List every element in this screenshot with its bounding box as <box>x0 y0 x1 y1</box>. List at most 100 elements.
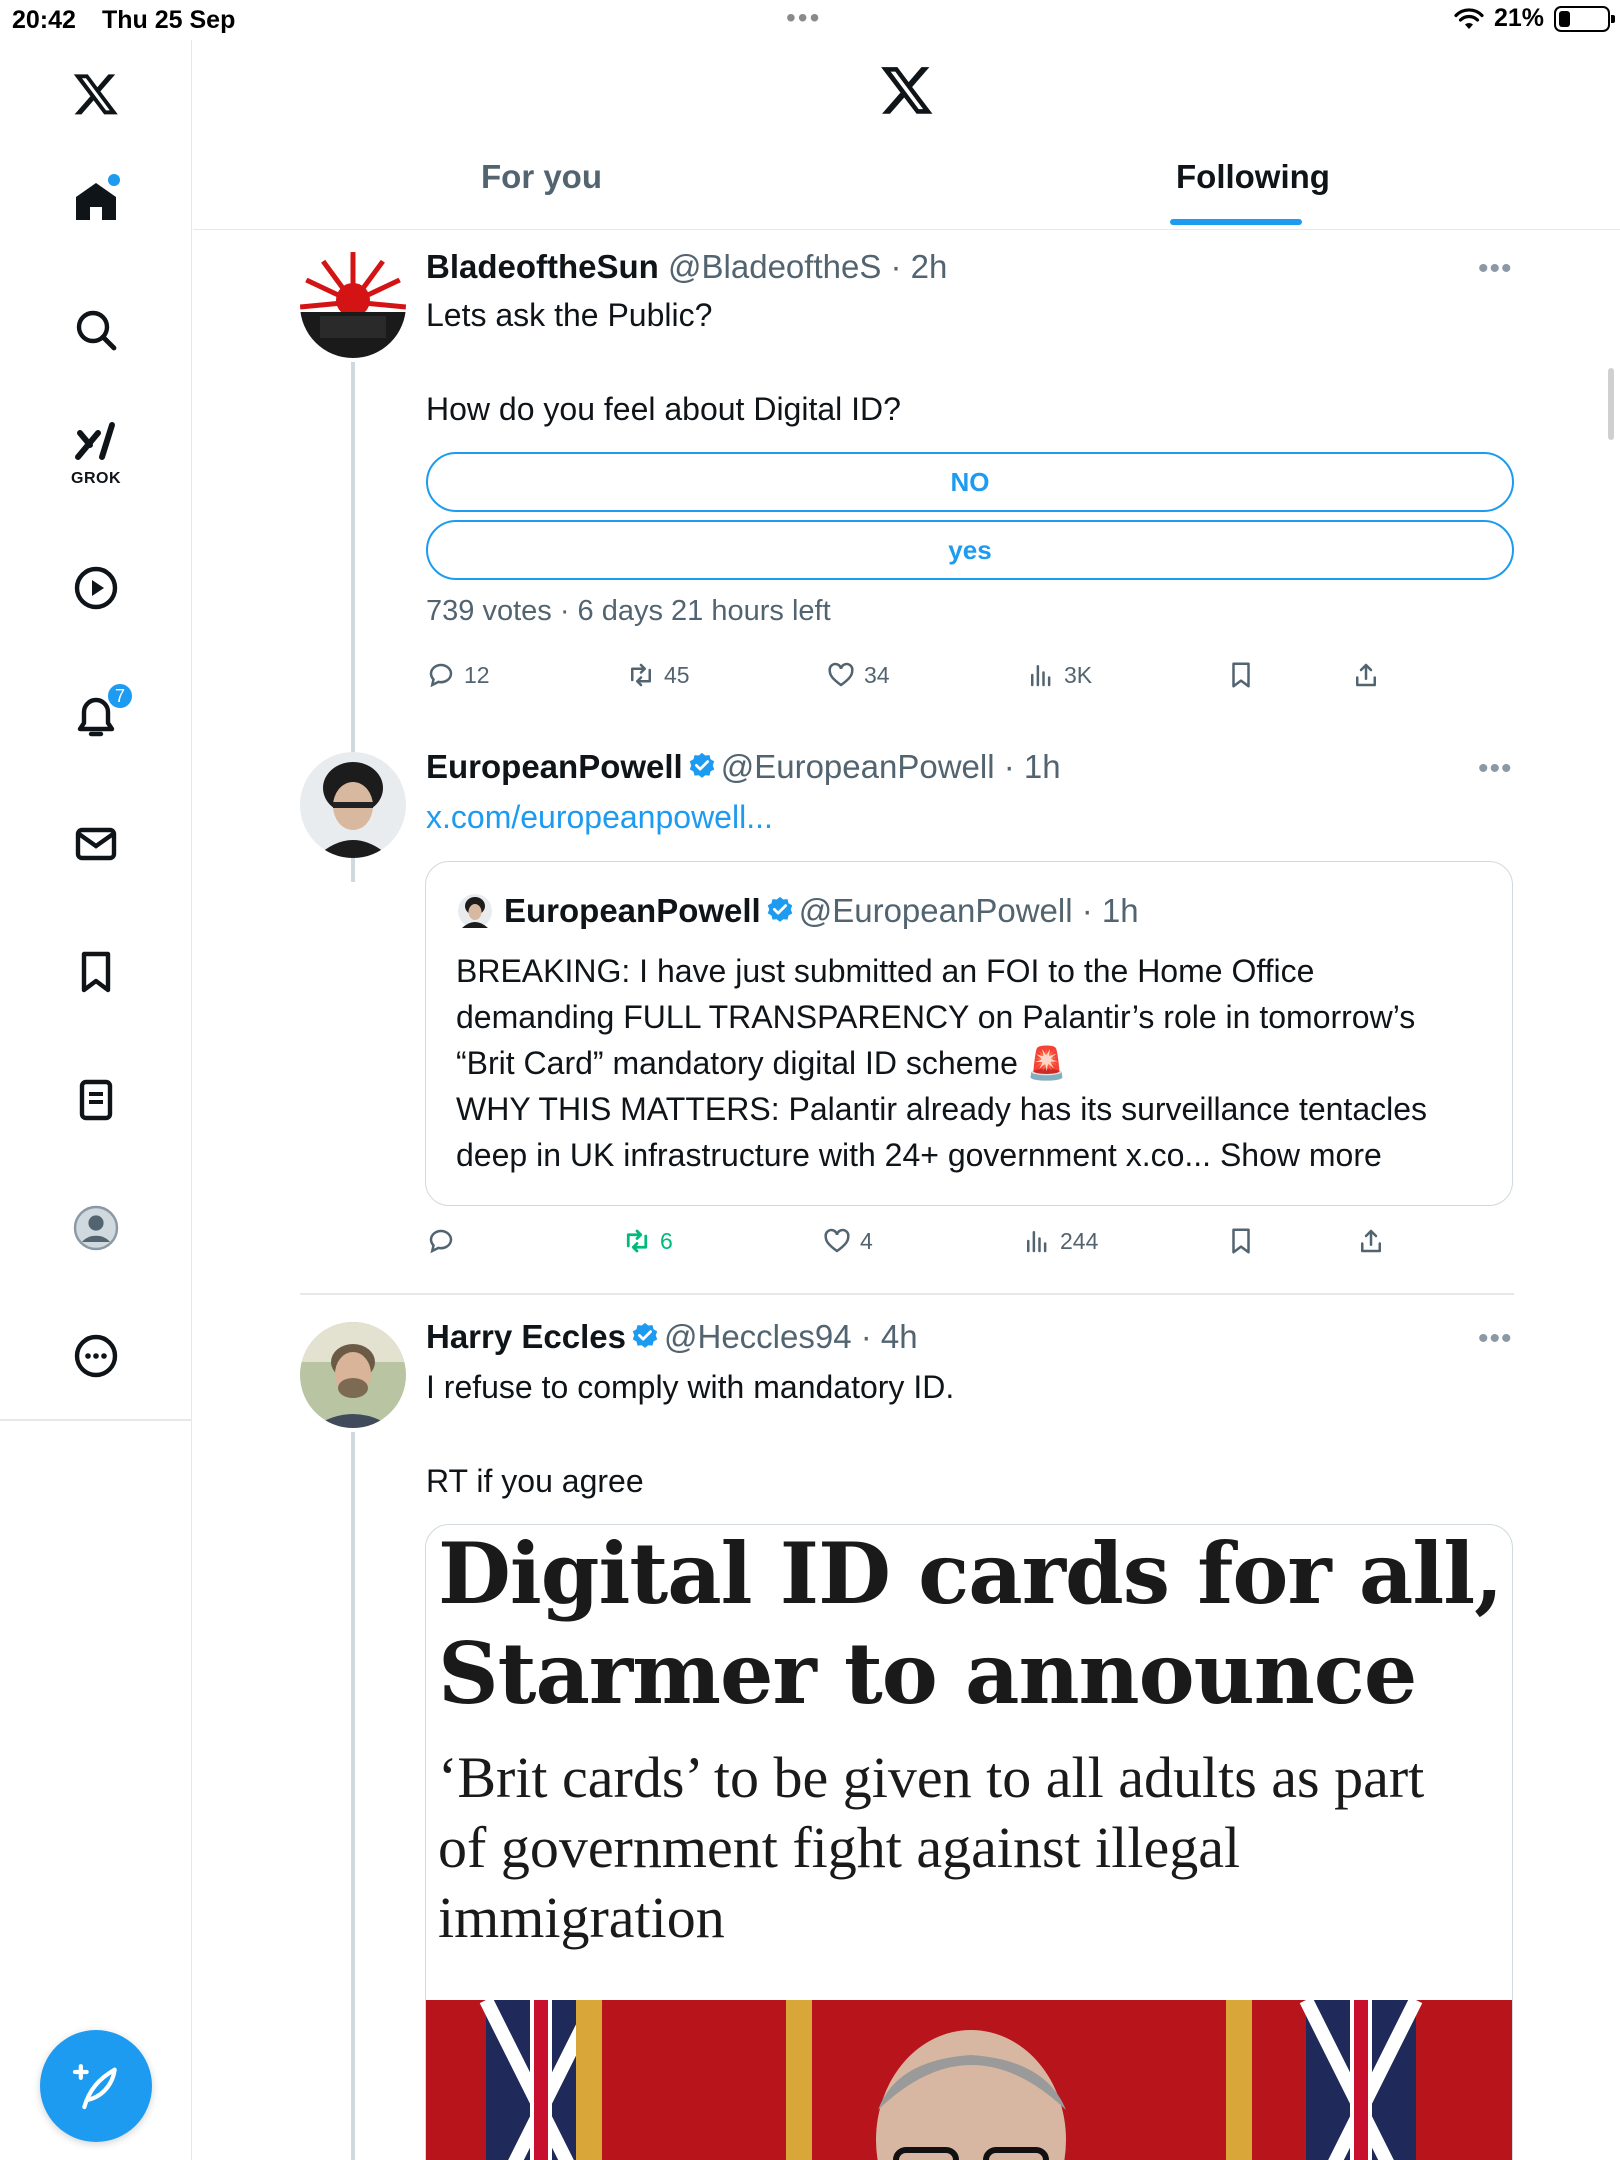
article-headline: Starmer to announce <box>438 1624 1417 1723</box>
post-more-icon[interactable]: ••• <box>1478 1322 1513 1356</box>
author-handle-time[interactable]: @EuropeanPowell · 1h <box>721 748 1061 785</box>
author-name[interactable]: Harry Eccles <box>426 1318 626 1355</box>
sidebar-nav: GROK 7 <box>0 40 192 2160</box>
tab-following[interactable]: Following <box>1176 158 1330 196</box>
quoted-text: BREAKING: I have just submitted an FOI t… <box>456 948 1427 1178</box>
repost-button[interactable]: 45 <box>626 660 690 690</box>
avatar[interactable] <box>300 1322 406 1428</box>
like-count: 4 <box>860 1227 873 1254</box>
status-bar: 20:42 Thu 25 Sep ••• 21% <box>0 0 1620 40</box>
bookmark-icon <box>81 951 111 993</box>
article-subhead: ‘Brit cards’ to be given to all adults a… <box>438 1745 1425 1810</box>
envelope-icon <box>75 827 117 861</box>
bookmark-button[interactable] <box>1226 660 1256 690</box>
share-icon <box>1356 663 1376 687</box>
battery-percent: 21% <box>1493 4 1544 32</box>
sidebar-item-home[interactable] <box>56 162 136 242</box>
bookmark-icon <box>1232 662 1250 688</box>
tab-for-you[interactable]: For you <box>481 158 602 196</box>
reply-button[interactable] <box>426 1226 464 1256</box>
verified-badge-icon <box>767 896 792 922</box>
post-bladeofthesun[interactable]: BladeoftheSun @BladeoftheS · 2h ••• Lets… <box>193 230 1620 882</box>
sidebar-item-explore[interactable] <box>56 290 136 370</box>
avatar[interactable] <box>300 252 406 358</box>
article-image-card[interactable]: Digital ID cards for all, Starmer to ann… <box>425 1524 1513 2160</box>
battery-icon <box>1554 5 1615 32</box>
search-icon <box>76 310 117 351</box>
quoted-post[interactable]: EuropeanPowell @EuropeanPowell · 1h BREAK… <box>425 861 1513 1206</box>
post-harry-eccles[interactable]: Harry Eccles @Heccles94 · 4h ••• I refuse… <box>193 1300 1620 2160</box>
compose-post-button[interactable] <box>40 2030 152 2142</box>
quoted-line: demanding FULL TRANSPARENCY on Palantir’… <box>456 999 1416 1035</box>
post-separator <box>300 1293 1514 1295</box>
author-name[interactable]: EuropeanPowell <box>426 748 683 785</box>
poll-option-yes[interactable]: yes <box>426 520 1514 580</box>
reply-button[interactable]: 12 <box>426 660 490 690</box>
sidebar-item-video[interactable] <box>56 548 136 628</box>
article-photo <box>426 2000 1512 2160</box>
post-header: BladeoftheSun @BladeoftheS · 2h <box>426 248 947 286</box>
share-button[interactable] <box>1351 660 1381 690</box>
battery-level <box>1559 10 1570 27</box>
avatar[interactable] <box>300 752 406 858</box>
sidebar-item-notifications[interactable]: 7 <box>56 676 136 756</box>
post-text: How do you feel about Digital ID? <box>426 391 901 427</box>
quoted-handle-time: @EuropeanPowell · 1h <box>798 892 1139 929</box>
sidebar-item-bookmarks[interactable] <box>56 932 136 1012</box>
post-actions: 6 4 244 <box>426 1226 1514 1266</box>
list-document-icon <box>79 1079 113 1121</box>
heart-icon <box>828 662 854 687</box>
share-button[interactable] <box>1356 1226 1386 1256</box>
reply-icon <box>429 1229 453 1254</box>
views-button[interactable]: 244 <box>1022 1226 1098 1256</box>
post-header: Harry Eccles @Heccles94 · 4h <box>426 1318 918 1356</box>
post-link[interactable]: x.com/europeanpowell... <box>426 794 773 840</box>
x-logo-icon[interactable] <box>879 62 935 118</box>
reply-count: 12 <box>464 661 490 688</box>
post-more-icon[interactable]: ••• <box>1478 252 1513 286</box>
poll-option-no[interactable]: NO <box>426 452 1514 512</box>
article-subhead: of government fight against illegal <box>438 1815 1241 1880</box>
views-count: 244 <box>1060 1227 1099 1254</box>
post-text: I refuse to comply with mandatory ID. <box>426 1369 955 1405</box>
post-text: Lets ask the Public? <box>426 297 713 333</box>
verified-badge-icon <box>689 752 714 778</box>
post-text: RT if you agree <box>426 1463 644 1499</box>
like-button[interactable]: 34 <box>826 660 890 690</box>
post-actions: 12 45 34 3K <box>426 660 1514 700</box>
views-button[interactable]: 3K <box>1026 660 1092 690</box>
views-count: 3K <box>1064 661 1093 688</box>
x-logo-icon <box>73 74 118 115</box>
verified-badge-icon <box>632 1322 658 1348</box>
repost-count: 45 <box>664 661 690 688</box>
multitasking-dots-icon[interactable]: ••• <box>786 2 821 34</box>
sidebar-item-messages[interactable] <box>56 804 136 884</box>
post-more-icon[interactable]: ••• <box>1478 752 1513 786</box>
profile-avatar-icon <box>73 1205 119 1251</box>
like-button[interactable]: 4 <box>822 1226 873 1256</box>
article-subhead: immigration <box>438 1885 725 1950</box>
repost-count: 6 <box>660 1227 673 1254</box>
author-name[interactable]: BladeoftheSun <box>426 248 659 285</box>
repost-button[interactable]: 6 <box>622 1226 673 1256</box>
active-tab-indicator <box>1170 219 1302 225</box>
quoted-header: EuropeanPowell @EuropeanPowell · 1h <box>504 892 1139 930</box>
post-europeanpowell[interactable]: EuropeanPowell @EuropeanPowell · 1h ••• x… <box>193 730 1620 1290</box>
quoted-line: deep in UK infrastructure with 24+ gover… <box>456 1137 1382 1173</box>
sidebar-item-more[interactable] <box>56 1316 136 1396</box>
bookmark-button[interactable] <box>1226 1226 1256 1256</box>
scrollbar-thumb[interactable] <box>1608 368 1614 440</box>
reply-icon <box>429 663 453 688</box>
status-right: 21% <box>1454 4 1615 33</box>
thread-line <box>351 1432 355 2160</box>
sidebar-item-grok[interactable]: GROK <box>56 410 136 490</box>
author-handle-time[interactable]: @BladeoftheS · 2h <box>668 248 947 285</box>
sidebar-item-lists[interactable] <box>56 1060 136 1140</box>
poll-meta: 739 votes · 6 days 21 hours left <box>426 595 831 627</box>
sidebar-divider <box>0 1419 192 1421</box>
sidebar-x-logo[interactable] <box>56 54 136 134</box>
quoted-line: “Brit Card” mandatory digital ID scheme … <box>456 1045 1067 1081</box>
sidebar-item-profile[interactable] <box>56 1188 136 1268</box>
author-handle-time[interactable]: @Heccles94 · 4h <box>664 1318 918 1355</box>
feather-plus-icon <box>72 2064 117 2110</box>
